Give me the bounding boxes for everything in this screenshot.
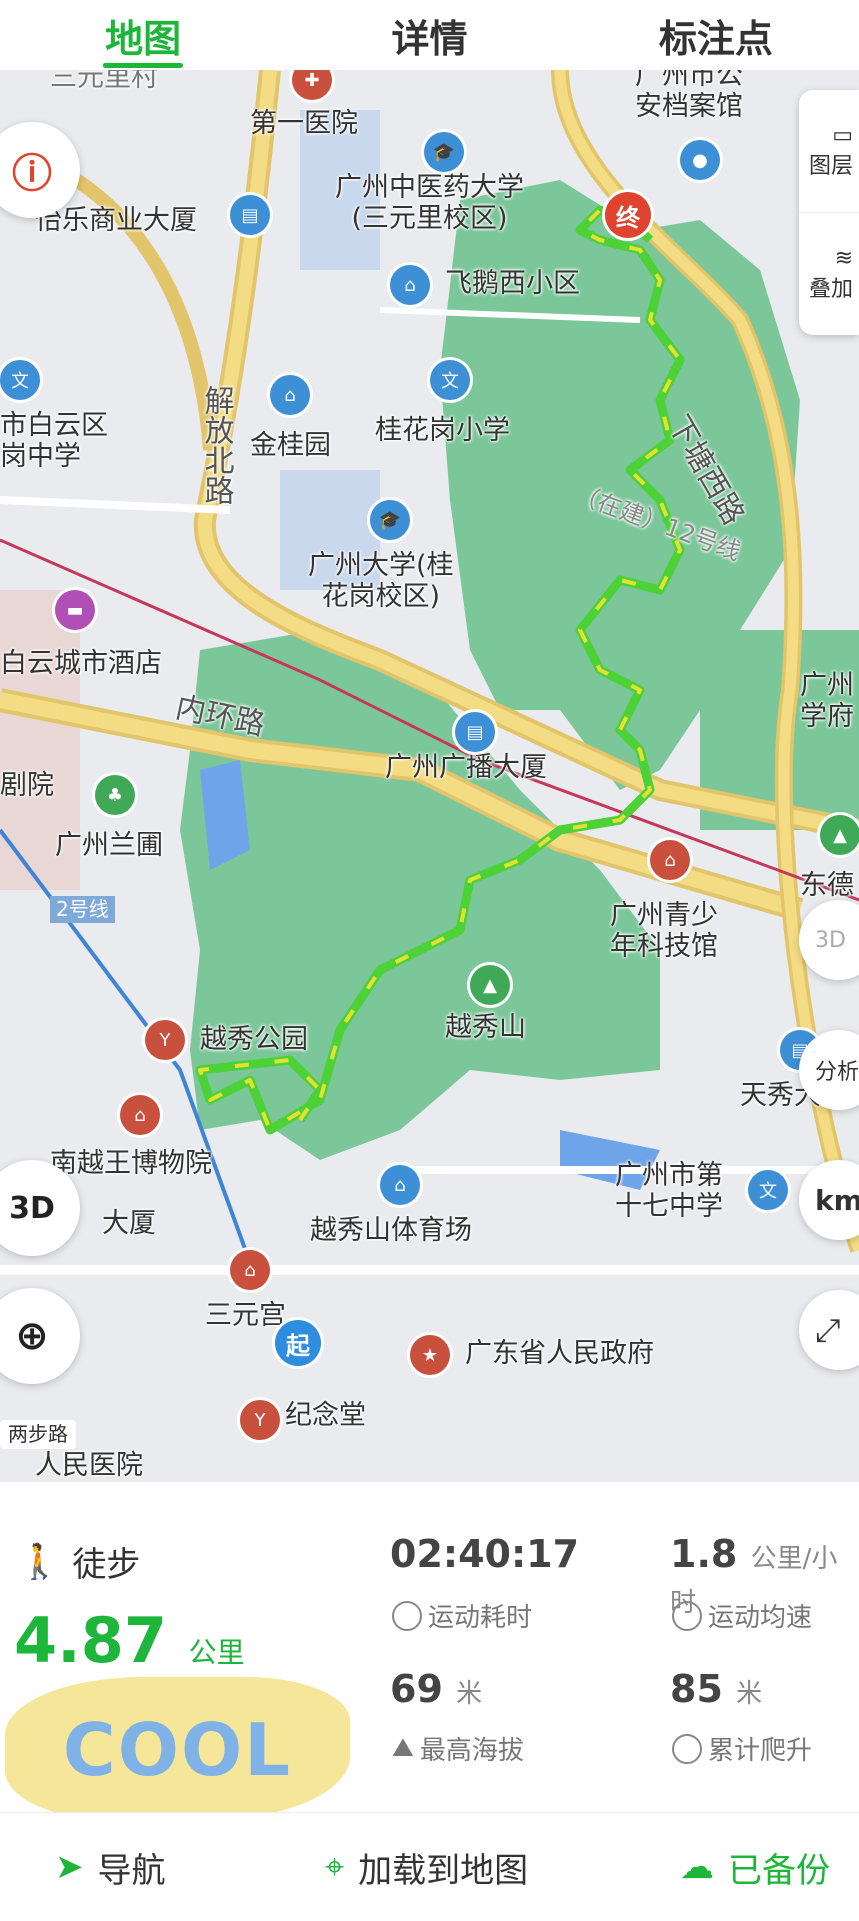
mountain-pin-icon: ▲ — [470, 965, 510, 1005]
map-label-nanyue-museum: 南越王博物院 — [50, 1148, 212, 1179]
map-label-guihua-school: 桂花岗小学 — [375, 415, 510, 446]
metro-pin-icon: Y — [240, 1400, 280, 1440]
map-label-people-hospital: 人民医院 — [35, 1450, 143, 1481]
temple-pin-icon: ⌂ — [230, 1250, 270, 1290]
school-pin-icon: 🎓 — [370, 500, 410, 540]
max-altitude-value: 69 米 — [390, 1667, 483, 1711]
overlay-label: 叠加 — [808, 276, 853, 302]
action-bar: ➤ 导航 ⌖ 加载到地图 ☁ 已备份 — [0, 1812, 859, 1921]
map-label-sanyuan-palace: 三元宫 — [205, 1300, 286, 1331]
route-end-marker[interactable]: 终 — [605, 192, 651, 238]
metro-pin-icon: Y — [145, 1020, 185, 1060]
speed-label: 运动均速 — [672, 1597, 812, 1634]
map-label-tcm-university: 广州中医药大学 (三元里校区) — [335, 172, 524, 235]
layer-icon: ▭ — [832, 122, 853, 148]
map-label-jiefang-road: 解放北路 — [198, 385, 234, 505]
duration-label: 运动耗时 — [392, 1597, 532, 1634]
activity-type-label: 徒步 — [72, 1545, 141, 1585]
hotel-pin-icon: ▬ — [55, 590, 95, 630]
map-label-walk-road: 两步路 — [0, 1420, 76, 1449]
map-label-yuexiu-park: 越秀公园 — [200, 1024, 308, 1055]
map-label-memorial: 纪念堂 — [285, 1400, 366, 1431]
map-label-guangzhou-right: 广州 学府 — [800, 670, 854, 733]
park-pin-icon: ♣ — [95, 775, 135, 815]
max-altitude-label: ⛰ 最高海拔 — [392, 1733, 524, 1766]
map-label-broadcast: 广州广播大厦 — [385, 752, 547, 783]
map-label-dasha: 大厦 — [102, 1208, 156, 1239]
map-label-youth-museum: 广州青少 年科技馆 — [610, 900, 718, 963]
map-label-sanyuanli: 三元里村 — [50, 70, 158, 93]
distance-value: 4.87 公里 — [14, 1604, 245, 1677]
tab-map[interactable]: 地图 — [0, 0, 286, 70]
timer-icon — [392, 1600, 422, 1631]
mountain-pin-icon: ▲ — [820, 815, 859, 855]
map-label-orchid-garden: 广州兰圃 — [55, 830, 163, 861]
top-tab-bar: 地图 详情 标注点 — [0, 0, 859, 70]
route-start-marker[interactable]: 起 — [275, 1320, 321, 1366]
navigate-button[interactable]: ➤ 导航 — [55, 1843, 166, 1892]
school-pin-icon: 文 — [0, 360, 40, 400]
map-label-theater: 剧院 — [0, 770, 54, 801]
map-pin-icon: ⌖ — [325, 1847, 345, 1887]
museum-pin-icon: ⌂ — [650, 840, 690, 880]
climb-value: 85 米 — [670, 1667, 763, 1711]
school-pin-icon: 文 — [430, 360, 470, 400]
school-pin-icon: 🎓 — [424, 132, 464, 172]
map-label-hotel: 白云城市酒店 — [0, 648, 162, 679]
map-label-yuexiu-hill: 越秀山 — [445, 1012, 526, 1043]
map-view[interactable]: 三元里村 第一医院 广州市公 安档案馆 广州中医药大学 (三元里校区) 怡乐商业… — [0, 70, 859, 1482]
map-label-first-hospital: 第一医院 — [250, 108, 358, 139]
layer-label: 图层 — [808, 153, 853, 179]
location-pin-icon: ● — [680, 140, 720, 180]
overlay-button[interactable]: ≋ 叠加 — [799, 213, 859, 335]
climb-label: 累计爬升 — [672, 1730, 812, 1767]
map-label-jingui: 金桂园 — [250, 430, 331, 461]
map-label-line2: 2号线 — [50, 896, 115, 923]
museum-pin-icon: ⌂ — [120, 1095, 160, 1135]
map-label-gz-university: 广州大学(桂 花岗校区) — [308, 550, 454, 613]
government-pin-icon: ★ — [410, 1335, 450, 1375]
residence-pin-icon: ⌂ — [390, 265, 430, 305]
map-label-baiyun-school: 市白云区 岗中学 — [0, 410, 108, 473]
school-pin-icon: 文 — [748, 1170, 788, 1210]
map-label-school17: 广州市第 十七中学 — [615, 1160, 723, 1223]
hiking-icon: 🚶 — [18, 1541, 61, 1582]
tab-waypoints[interactable]: 标注点 — [573, 0, 859, 70]
backup-status[interactable]: ☁ 已备份 — [680, 1843, 830, 1892]
building-pin-icon: ▤ — [230, 195, 270, 235]
map-label-archive: 广州市公 安档案馆 — [635, 70, 743, 123]
stadium-pin-icon: ⌂ — [380, 1165, 420, 1205]
altitude-icon: ⛰ — [392, 1733, 414, 1763]
cloud-check-icon: ☁ — [680, 1847, 714, 1887]
stack-icon: ≋ — [834, 245, 853, 271]
map-label-stadium: 越秀山体育场 — [310, 1215, 472, 1246]
duration-value: 02:40:17 — [390, 1532, 580, 1576]
layer-button[interactable]: ▭ 图层 — [799, 90, 859, 213]
speedometer-icon — [672, 1600, 702, 1631]
residence-pin-icon: ⌂ — [270, 375, 310, 415]
climb-icon — [672, 1733, 702, 1764]
map-label-dongde: 东德 — [800, 870, 854, 901]
map-label-yile: 怡乐商业大厦 — [35, 205, 197, 236]
tab-details[interactable]: 详情 — [286, 0, 572, 70]
activity-type: 🚶 徒步 — [18, 1537, 140, 1586]
load-to-map-button[interactable]: ⌖ 加载到地图 — [325, 1843, 528, 1892]
building-pin-icon: ▤ — [455, 712, 495, 752]
map-label-feipeng: 飞鹅西小区 — [445, 268, 580, 299]
map-layer-panel: ▭ 图层 ≋ 叠加 — [799, 90, 859, 335]
map-label-provincial-government: 广东省人民政府 — [465, 1338, 654, 1369]
cool-sticker: COOL — [5, 1677, 350, 1822]
activity-stats: 🚶 徒步 4.87 公里 02:40:17 运动耗时 1.8 公里/小时 运动均… — [0, 1482, 859, 1822]
navigation-arrow-icon: ➤ — [55, 1847, 84, 1887]
